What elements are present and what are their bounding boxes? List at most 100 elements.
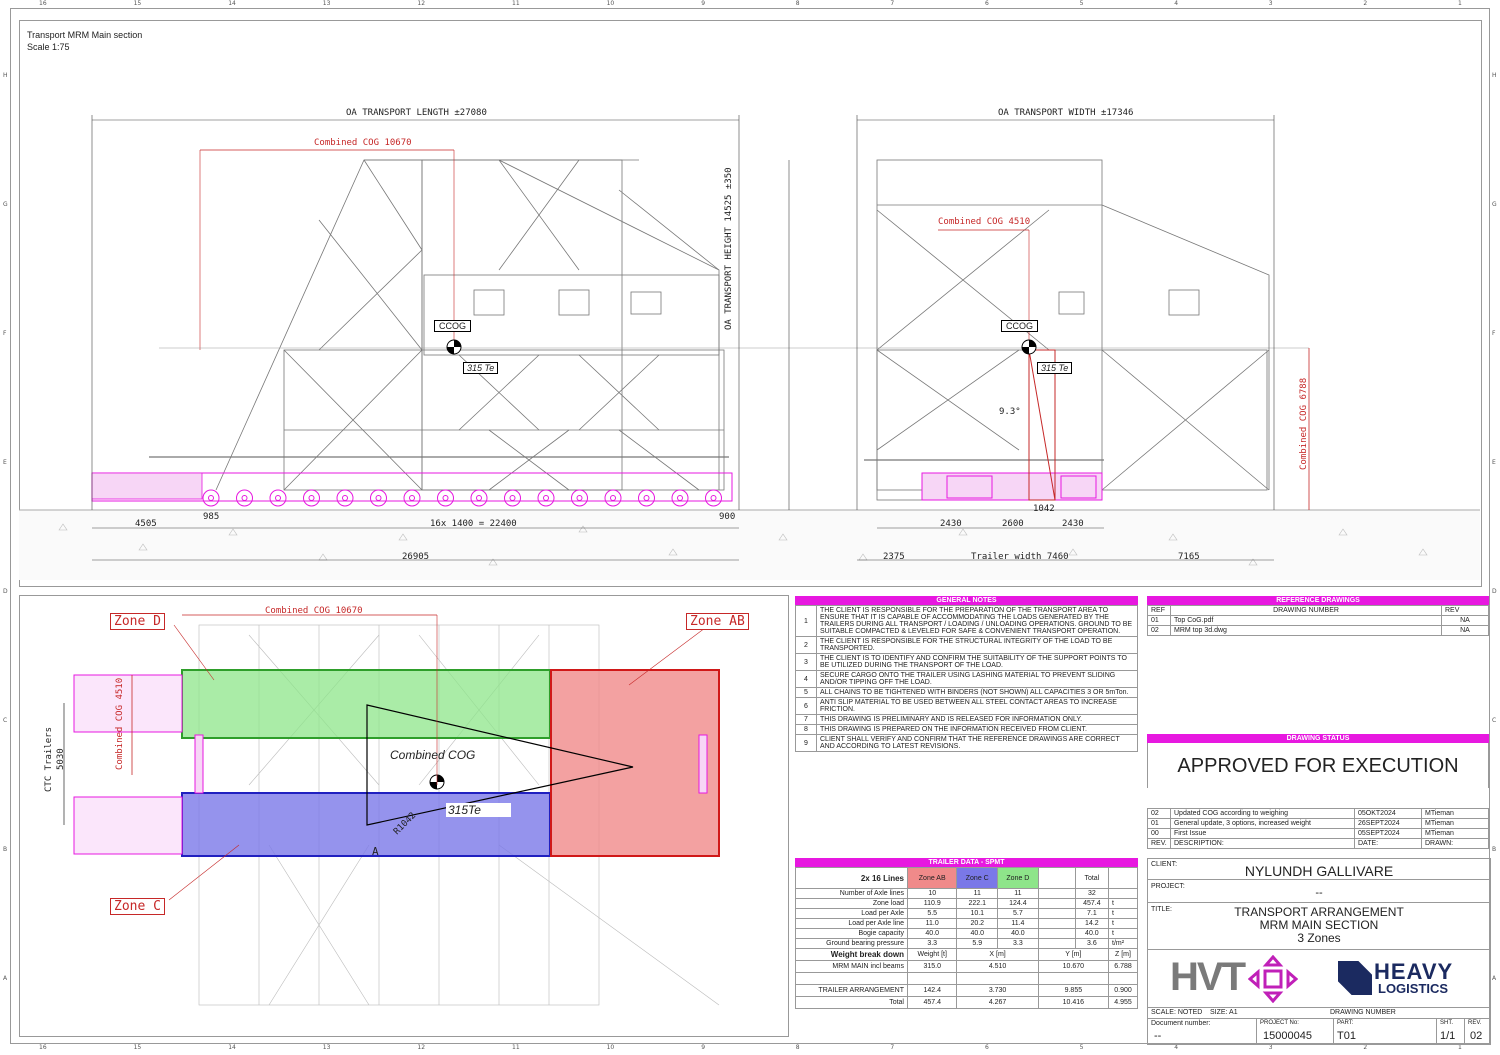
reference-drawings: REFERENCE DRAWINGS REF DRAWING NUMBER REV 0… xyxy=(1147,596,1489,636)
trailer-cell: 11.0 xyxy=(906,918,958,929)
trailer-wheel-hub xyxy=(710,495,717,501)
reference-cell: NA xyxy=(1441,615,1489,626)
dim-4505: 4505 xyxy=(135,519,157,529)
dim-2375: 2375 xyxy=(883,552,905,562)
size-label: SIZE: A1 xyxy=(1210,1009,1238,1016)
weight-row-label: MRM MAIN incl beams xyxy=(795,960,908,973)
trailer-data-table: 2x 16 Lines Zone AB Zone C Zone D Total … xyxy=(795,867,1138,1009)
trailer-row-label: Ground bearing pressure xyxy=(795,938,908,949)
col-unit xyxy=(1108,867,1138,889)
trailer-header-row: 2x 16 Lines Zone AB Zone C Zone D Total xyxy=(795,867,1138,889)
note-text: THE CLIENT IS RESPONSIBLE FOR THE STRUCT… xyxy=(816,636,1138,654)
row-ruler-label: G xyxy=(3,201,8,208)
trailer-wheel xyxy=(236,489,253,507)
column-ruler-label: 12 xyxy=(417,1044,426,1051)
column-ruler-label: 7 xyxy=(890,0,895,7)
col-zone-d: Zone D xyxy=(997,867,1039,889)
column-ruler-label: 10 xyxy=(606,0,615,7)
column-ruler-label: 6 xyxy=(985,0,989,7)
drawing-status-value: APPROVED FOR EXECUTION xyxy=(1147,743,1489,788)
part-label: PART: xyxy=(1337,1020,1354,1026)
note-row: 5 ALL CHAINS TO BE TIGHTENED WITH BINDERS… xyxy=(795,687,1138,698)
note-number: 9 xyxy=(795,734,817,752)
trailer-row-label: Bogie capacity xyxy=(795,928,908,939)
revision-header-cell: DESCRIPTION: xyxy=(1170,838,1355,849)
trailer-wheel xyxy=(638,489,655,507)
revision-cell: 00 xyxy=(1147,828,1171,839)
trailer-wheel xyxy=(303,489,320,507)
reference-cell: NA xyxy=(1441,625,1489,636)
trailer-row: Number of Axle lines 10 11 11 32 xyxy=(795,888,1138,899)
column-ruler-label: 13 xyxy=(322,0,331,7)
weight-row: MRM MAIN incl beams 315.0 4.510 10.670 6.788 xyxy=(795,960,1138,973)
zone-ab-area xyxy=(550,669,720,857)
trailer-cell: 222.1 xyxy=(956,898,999,909)
trailer-cell: 40.0 xyxy=(956,928,999,939)
dim-900: 900 xyxy=(719,512,736,522)
note-text: THE CLIENT IS RESPONSIBLE FOR THE PREPAR… xyxy=(816,605,1138,637)
note-number: 4 xyxy=(795,670,817,688)
cog-6788-label: Combined COG 6788 xyxy=(1299,377,1309,470)
oa-length-dim: OA TRANSPORT LENGTH ±27080 xyxy=(346,108,487,118)
weight-header-label: Weight break down xyxy=(795,948,908,961)
ctc-trailers-label: CTC Trailers xyxy=(44,726,54,792)
row-ruler-label: D xyxy=(1492,588,1497,595)
weight-cell: 142.4 xyxy=(906,984,958,997)
column-ruler-label: 3 xyxy=(1268,0,1273,7)
trailer-cell: 11.4 xyxy=(997,918,1039,929)
reference-drawings-title: REFERENCE DRAWINGS xyxy=(1147,596,1489,605)
row-ruler-label: B xyxy=(3,846,8,853)
cog-10670-label: Combined COG 10670 xyxy=(314,138,412,148)
column-ruler-label: 6 xyxy=(985,1044,989,1051)
col-total: Total xyxy=(1074,867,1110,889)
trailer-cell: 11 xyxy=(956,888,999,899)
column-ruler-label: 10 xyxy=(606,1044,615,1051)
project-no-label: PROJECT No: xyxy=(1260,1020,1299,1026)
trailer-cell: 3.3 xyxy=(906,938,958,949)
weight-cell: 10.670 xyxy=(1037,960,1110,973)
column-ruler-label: 11 xyxy=(512,1044,520,1051)
column-ruler-label: 9 xyxy=(701,0,706,7)
trailer-cell: 5.9 xyxy=(956,938,999,949)
trailer-cell: 40.0 xyxy=(997,928,1039,939)
trailer-wheel-hub xyxy=(275,495,281,501)
tipping-angle: 9.3° xyxy=(999,407,1021,417)
plan-load-label: 315Te xyxy=(446,803,511,817)
trailer-row: Ground bearing pressure 3.3 5.9 3.3 3.6 t/m² xyxy=(795,938,1138,949)
column-ruler-label: 16 xyxy=(39,0,47,7)
trailer-cell: 40.0 xyxy=(906,928,958,939)
note-number: 7 xyxy=(795,714,817,725)
zone-d-label: Zone D xyxy=(110,613,165,630)
weight-cell: 10.416 xyxy=(1037,996,1110,1009)
trailer-cell: 124.4 xyxy=(997,898,1039,909)
revision-cell: 05SEPT2024 xyxy=(1354,828,1422,839)
trailer-cell: t xyxy=(1108,918,1138,929)
load-label-left: 315 Te xyxy=(463,362,499,374)
revision-cell: MTieman xyxy=(1421,818,1489,829)
note-text: SECURE CARGO ONTO THE TRAILER USING LASH… xyxy=(816,670,1138,688)
trailer-row-label: Load per Axle xyxy=(795,908,908,919)
revision-header-cell: DRAWN: xyxy=(1421,838,1489,849)
revision-cell: 05OKT2024 xyxy=(1354,808,1422,819)
weight-cell xyxy=(906,972,958,985)
revision-header-cell: DATE: xyxy=(1354,838,1422,849)
revision-cell: MTieman xyxy=(1421,808,1489,819)
trailer-wheel xyxy=(403,489,421,507)
spmt-side-view xyxy=(91,472,733,507)
title-block: CLIENT: NYLUNDH GALLIVARE PROJECT: -- TI… xyxy=(1147,858,1491,1045)
note-text: ANTI SLIP MATERIAL TO BE USED BETWEEN AL… xyxy=(816,697,1138,715)
revision-cell: 01 xyxy=(1147,818,1171,829)
weight-cell xyxy=(1037,972,1110,985)
weight-header-row: Weight break down Weight [t] X [m] Y [m] Z [… xyxy=(795,948,1138,961)
trailer-cell: 10.1 xyxy=(956,908,999,919)
weight-row: TRAILER ARRANGEMENT 142.4 3.730 9.855 0.900 xyxy=(795,984,1138,997)
trailer-wheel-hub xyxy=(375,495,382,501)
trailer-wheel xyxy=(470,489,488,507)
spmt-front-view xyxy=(921,472,1103,501)
plan-drawing xyxy=(63,614,720,1006)
trailer-wheel-hub xyxy=(576,495,583,501)
weight-cell: 315.0 xyxy=(906,960,958,973)
weight-cell: 4.955 xyxy=(1108,996,1138,1009)
dim-2600: 2600 xyxy=(1002,519,1024,529)
weight-row: Total 457.4 4.267 10.416 4.955 xyxy=(795,996,1138,1009)
